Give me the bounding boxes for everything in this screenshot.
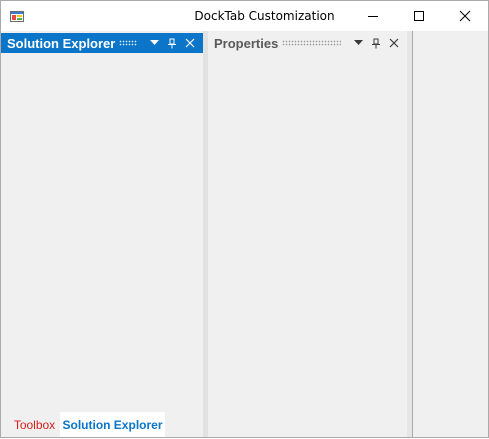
bottom-tab-strip: Toolbox Solution Explorer xyxy=(1,412,203,437)
properties-dropdown-button[interactable] xyxy=(349,33,367,53)
close-icon xyxy=(459,10,471,22)
title-bar[interactable]: DockTab Customization xyxy=(1,1,488,31)
tab-solution-explorer[interactable]: Solution Explorer xyxy=(60,412,165,437)
header-grip[interactable] xyxy=(282,40,341,46)
minimize-button[interactable] xyxy=(350,1,396,31)
pin-icon xyxy=(372,38,380,48)
document-area xyxy=(413,31,488,437)
solution-explorer-dropdown-button[interactable] xyxy=(145,33,163,53)
app-window: DockTab Customization Solution Explorer xyxy=(0,0,489,438)
close-button[interactable] xyxy=(442,1,488,31)
maximize-button[interactable] xyxy=(396,1,442,31)
dropdown-arrow-icon xyxy=(353,40,363,45)
solution-explorer-pin-button[interactable] xyxy=(163,33,181,53)
close-icon xyxy=(185,38,195,48)
solution-explorer-title: Solution Explorer xyxy=(7,35,116,51)
close-icon xyxy=(389,38,399,48)
solution-explorer-panel[interactable]: Solution Explorer Toolbox Solution Explo… xyxy=(1,33,203,437)
dropdown-arrow-icon xyxy=(149,40,159,45)
tab-toolbox[interactable]: Toolbox xyxy=(9,412,60,437)
properties-header[interactable]: Properties xyxy=(208,33,407,53)
properties-pin-button[interactable] xyxy=(367,33,385,53)
maximize-icon xyxy=(414,11,424,21)
pin-icon xyxy=(168,38,176,48)
solution-explorer-header[interactable]: Solution Explorer xyxy=(1,33,203,53)
minimize-icon xyxy=(368,16,378,17)
solution-explorer-close-button[interactable] xyxy=(181,33,199,53)
properties-title: Properties xyxy=(214,35,279,51)
properties-close-button[interactable] xyxy=(385,33,403,53)
properties-panel[interactable]: Properties xyxy=(208,33,407,437)
dock-area: Solution Explorer Toolbox Solution Explo… xyxy=(1,31,488,437)
header-grip[interactable] xyxy=(119,40,137,46)
